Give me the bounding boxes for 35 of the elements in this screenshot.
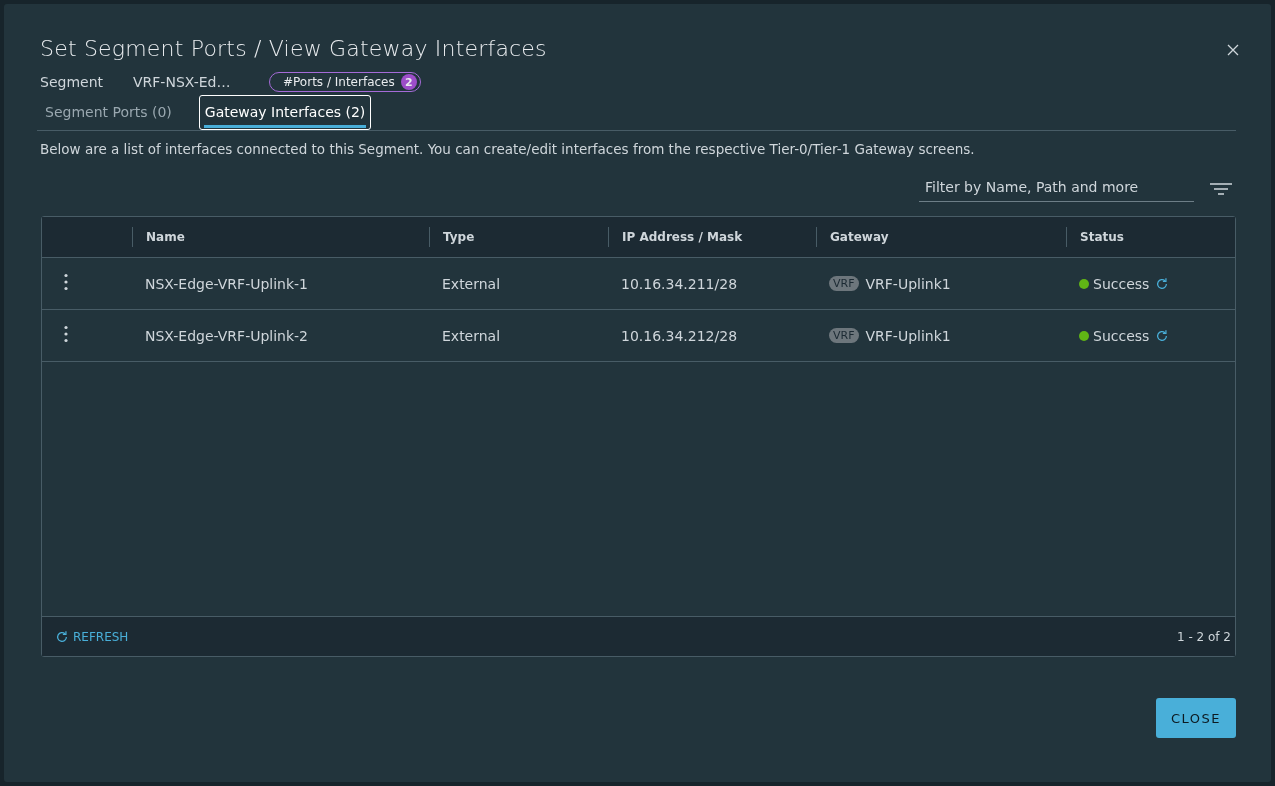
tab[interactable]: Segment Ports (0)	[40, 95, 177, 130]
vrf-tag: VRF	[829, 328, 859, 343]
column-header: Name	[146, 230, 185, 244]
table-cell: NSX-Edge-VRF-Uplink-1	[145, 275, 309, 292]
refresh-icon	[1155, 328, 1170, 343]
description-text: Below are a list of interfaces connected to this Segment. You can create/edit interfaces from the respective Tier-0/Tier-1 Gateway screens.	[40, 141, 976, 157]
segment-label: Segment	[40, 74, 104, 90]
pagination-text: 1 - 2 of 2	[1176, 629, 1231, 644]
table-cell: External	[442, 275, 501, 292]
column-header: Status	[1080, 230, 1124, 244]
table-cell: VRF-Uplink1	[865, 275, 951, 292]
vrf-tag: VRF	[829, 276, 859, 291]
table-cell: VRF-Uplink1	[865, 327, 951, 344]
count-badge: 2	[400, 74, 417, 90]
filter-field[interactable]: Filter by Name, Path and more	[919, 175, 1194, 202]
close-icon[interactable]	[1227, 44, 1239, 56]
refresh-icon	[1155, 276, 1170, 291]
status-dot	[1079, 330, 1089, 341]
refresh-icon	[55, 629, 69, 644]
column-header: IP Address / Mask	[622, 230, 743, 244]
refresh-button[interactable]: REFRESH	[55, 629, 129, 644]
table-cell: 10.16.34.211/28	[621, 275, 738, 292]
close-button[interactable]: CLOSE	[1156, 698, 1236, 738]
column-header: Gateway	[830, 230, 889, 244]
table-cell: External	[442, 327, 501, 344]
table-cell: 10.16.34.212/28	[621, 327, 738, 344]
dialog-title: Set Segment Ports / View Gateway Interfaces	[40, 36, 547, 61]
segment-value: VRF-NSX-Ed…	[133, 74, 232, 90]
filter-icon[interactable]	[1210, 181, 1232, 196]
status-text: Success	[1093, 275, 1150, 292]
status-text: Success	[1093, 327, 1150, 344]
column-header: Type	[443, 230, 475, 244]
table-cell: NSX-Edge-VRF-Uplink-2	[145, 327, 309, 344]
status-dot	[1079, 278, 1089, 289]
tab[interactable]: Gateway Interfaces (2)	[198, 95, 372, 130]
